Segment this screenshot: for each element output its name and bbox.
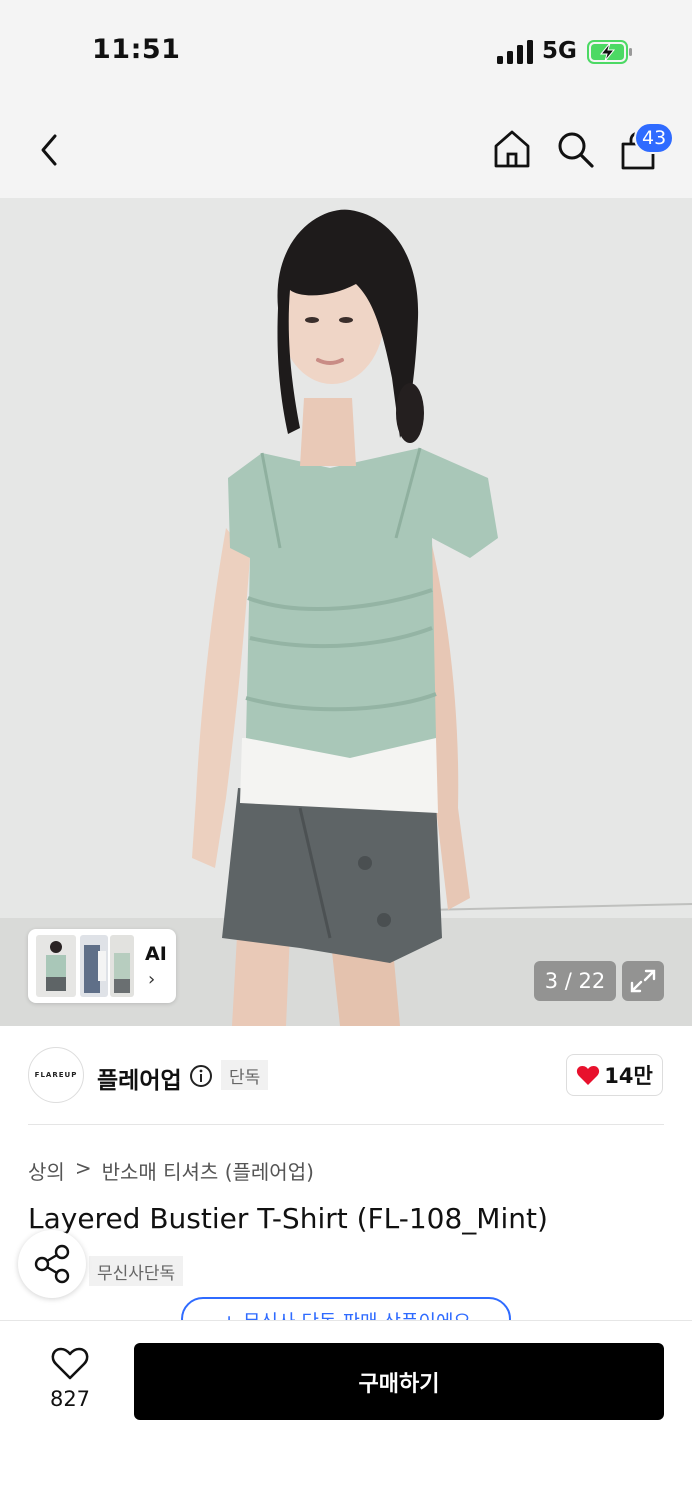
breadcrumb-separator: > (74, 1156, 92, 1180)
share-button[interactable] (18, 1230, 86, 1298)
search-icon[interactable] (555, 129, 595, 169)
status-time: 11:51 (92, 34, 181, 65)
wishlist-count: 827 (49, 1387, 91, 1411)
back-icon[interactable] (30, 130, 70, 170)
cart-count-badge: 43 (634, 122, 675, 154)
ai-label: AI (145, 943, 167, 965)
breadcrumb-category[interactable]: 상의 (28, 1156, 65, 1185)
divider (28, 1124, 664, 1125)
product-title: Layered Bustier T-Shirt (FL-108_Mint) (28, 1202, 548, 1235)
heart-icon (577, 1066, 600, 1085)
brand-name[interactable]: 플레어업 (97, 1061, 182, 1095)
expand-button[interactable] (622, 961, 664, 1001)
battery-icon (587, 40, 632, 64)
network-label: 5G (542, 38, 577, 64)
image-counter: 3 / 22 (534, 961, 616, 1001)
buy-button[interactable]: 구매하기 (134, 1343, 664, 1420)
exclusive-tag: 단독 (221, 1060, 269, 1090)
product-image-gallery[interactable]: AI › 3 / 22 (0, 198, 692, 1026)
thumbnail-image (36, 935, 76, 997)
product-photo (0, 198, 692, 1026)
status-bar: 11:51 5G (0, 0, 692, 100)
brand-like-button[interactable]: 14만 (566, 1054, 663, 1096)
info-icon[interactable] (189, 1064, 213, 1088)
share-icon (34, 1244, 70, 1284)
signal-icon (497, 40, 533, 64)
brand-like-count: 14만 (604, 1064, 653, 1088)
brand-row: FLAREUP 플레어업 단독 14만 (0, 1026, 692, 1126)
nav-bar (0, 100, 692, 198)
musinsa-exclusive-tag: 무신사단독 (89, 1256, 184, 1286)
breadcrumb: 상의 > 반소매 티셔츠 (플레어업) (28, 1156, 314, 1185)
breadcrumb-subcategory[interactable]: 반소매 티셔츠 (플레어업) (102, 1156, 314, 1185)
heart-outline-icon (51, 1347, 89, 1380)
chevron-right-icon: › (148, 969, 156, 990)
wishlist-button[interactable]: 827 (38, 1345, 102, 1415)
thumbnail-image (80, 935, 108, 997)
bottom-action-bar: 827 구매하기 (0, 1320, 692, 1500)
home-icon[interactable] (491, 128, 533, 170)
expand-icon (630, 969, 656, 993)
thumbnail-image (110, 935, 134, 997)
brand-logo[interactable]: FLAREUP (28, 1047, 84, 1103)
ai-similar-thumbnail[interactable]: AI › (28, 929, 176, 1003)
